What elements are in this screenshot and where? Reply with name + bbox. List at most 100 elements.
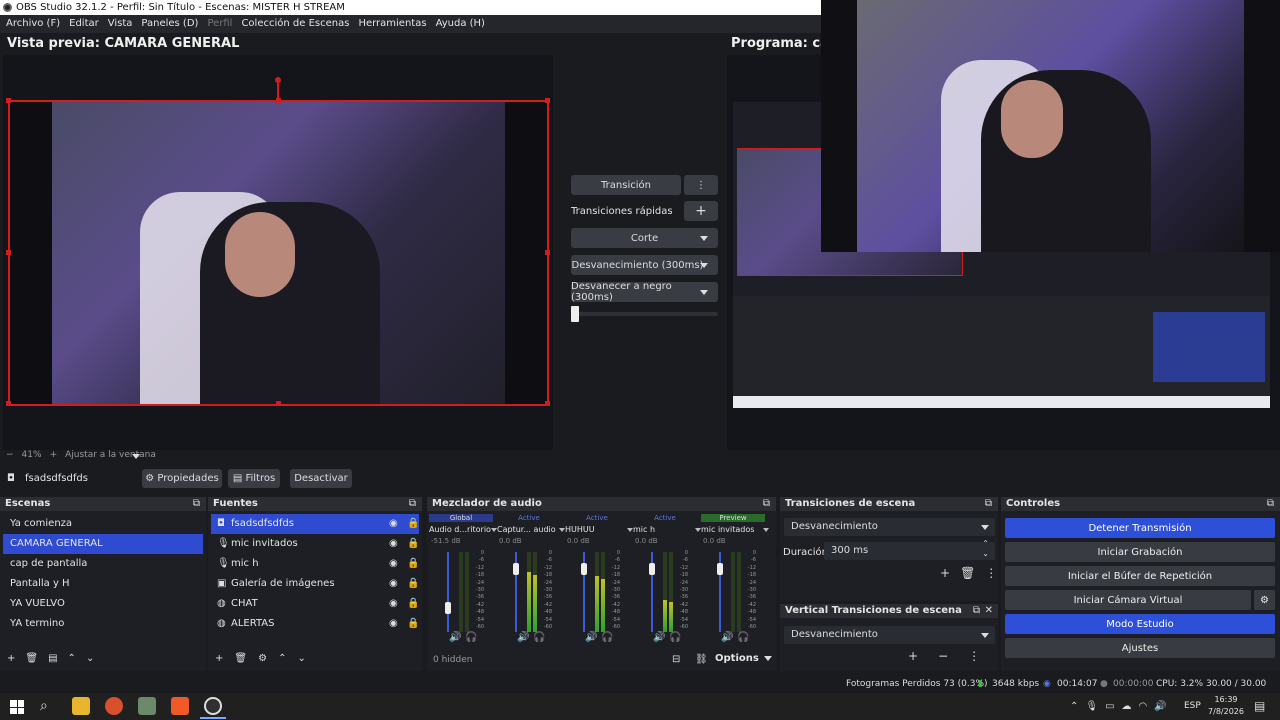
menu-ayuda[interactable]: Ayuda (H)	[436, 15, 485, 33]
close-icon[interactable]: ✕	[985, 606, 993, 616]
menu-herramientas[interactable]: Herramientas	[358, 15, 426, 33]
eye-icon[interactable]: ◉	[389, 599, 398, 609]
speaker-icon[interactable]: 🔊	[449, 633, 461, 643]
resize-handle-r[interactable]	[545, 250, 550, 255]
network-icon[interactable]: ▭	[1105, 702, 1114, 712]
add-icon[interactable]: +	[940, 567, 950, 579]
notification-icon[interactable]: ▤	[1254, 700, 1265, 712]
source-item[interactable]: 🎙 mic invitados ◉ 🔒	[211, 534, 419, 554]
eye-icon[interactable]: ◉	[389, 579, 398, 589]
speaker-icon[interactable]: 🔊	[653, 633, 665, 643]
app-icon[interactable]	[138, 697, 156, 715]
language-indicator[interactable]: ESP	[1184, 701, 1201, 711]
mic-icon[interactable]: 🎙	[1085, 702, 1098, 712]
zoom-in-icon[interactable]: +	[50, 450, 58, 460]
lock-icon[interactable]: 🔒	[407, 619, 419, 629]
resize-handle-t[interactable]	[276, 98, 281, 103]
popout-icon[interactable]: ⧉	[193, 499, 200, 509]
up-icon[interactable]: ⌃	[278, 654, 286, 664]
lock-icon[interactable]: 🔒	[407, 579, 419, 589]
add-icon[interactable]: +	[7, 654, 15, 664]
resize-handle-l[interactable]	[6, 250, 11, 255]
source-item[interactable]: 🎙 mic h ◉ 🔒	[211, 554, 419, 574]
resize-handle-bl[interactable]	[6, 401, 11, 406]
popout-icon[interactable]: ⧉	[985, 499, 992, 509]
popout-icon[interactable]: ⧉	[763, 499, 770, 509]
headphones-icon[interactable]: 🎧	[533, 633, 545, 643]
filters-button[interactable]: ▤ Filtros	[228, 469, 280, 488]
menu-editar[interactable]: Editar	[69, 15, 99, 33]
menu-vista[interactable]: Vista	[108, 15, 133, 33]
browser-icon[interactable]	[105, 697, 123, 715]
resize-handle-tl[interactable]	[6, 98, 11, 103]
virtual-camera-button[interactable]: Iniciar Cámara Virtual	[1005, 590, 1251, 610]
lock-icon[interactable]: 🔒	[407, 519, 419, 529]
link-icon[interactable]: ⛓	[695, 655, 708, 665]
quick-transition-fade[interactable]: Desvanecimiento (300ms)	[571, 255, 718, 275]
gear-icon[interactable]: ⚙	[1254, 590, 1275, 610]
chevron-down-icon[interactable]	[763, 528, 769, 532]
scene-item[interactable]: YA VUELVO	[3, 594, 203, 614]
tbar-handle[interactable]	[571, 306, 579, 322]
minus-icon[interactable]: −	[938, 650, 948, 662]
filter-icon[interactable]: ▤	[48, 654, 57, 664]
scene-item[interactable]: CAMARA GENERAL	[3, 534, 203, 554]
trash-icon[interactable]: 🗑	[234, 654, 247, 664]
headphones-icon[interactable]: 🎧	[669, 633, 681, 643]
file-explorer-icon[interactable]	[72, 697, 90, 715]
fit-window-label[interactable]: Ajustar a la ventana	[65, 450, 156, 460]
volume-fader-knob[interactable]	[513, 562, 519, 575]
headphones-icon[interactable]: 🎧	[601, 633, 613, 643]
popout-icon[interactable]: ⧉	[1267, 499, 1274, 509]
add-icon[interactable]: +	[908, 650, 918, 662]
brave-icon[interactable]	[171, 697, 189, 715]
windows-start-icon[interactable]	[10, 700, 24, 714]
up-icon[interactable]: ⌃	[68, 654, 76, 664]
chevron-up-icon[interactable]: ⌃	[1070, 702, 1078, 712]
wifi-icon[interactable]: ◠	[1139, 702, 1148, 712]
scene-item[interactable]: Ya comienza	[3, 514, 203, 534]
headphones-icon[interactable]: 🎧	[465, 633, 477, 643]
transition-menu-icon[interactable]: ⋮	[684, 175, 718, 195]
tbar-slider[interactable]	[571, 312, 718, 316]
gear-icon[interactable]: ⚙	[258, 654, 267, 664]
layout-icon[interactable]: ⊟	[672, 655, 680, 665]
zoom-out-icon[interactable]: −	[6, 450, 14, 460]
volume-icon[interactable]: 🔊	[1154, 702, 1166, 712]
obs-icon[interactable]	[204, 697, 222, 715]
eye-icon[interactable]: ◉	[389, 539, 398, 549]
clock[interactable]: 16:39 7/8/2026	[1206, 694, 1246, 718]
lock-icon[interactable]: 🔒	[407, 539, 419, 549]
scene-item[interactable]: Pantalla y H	[3, 574, 203, 594]
popout-icon[interactable]: ⧉	[409, 499, 416, 509]
speaker-icon[interactable]: 🔊	[585, 633, 597, 643]
properties-button[interactable]: ⚙ Propiedades	[142, 469, 222, 488]
stop-streaming-button[interactable]: Detener Transmisión	[1005, 518, 1275, 538]
spin-up-icon[interactable]: ⌃	[982, 540, 989, 548]
deactivate-button[interactable]: Desactivar	[290, 469, 352, 488]
popout-icon[interactable]: ⧉	[973, 606, 980, 616]
volume-fader-knob[interactable]	[581, 562, 587, 575]
search-icon[interactable]: ⌕	[40, 699, 48, 713]
menu-paneles[interactable]: Paneles (D)	[141, 15, 198, 33]
source-item[interactable]: ◍ ALERTAS ◉ 🔒	[211, 614, 419, 634]
add-quick-transition-icon[interactable]: +	[684, 201, 718, 221]
resize-handle-tr[interactable]	[545, 98, 550, 103]
quick-transition-corte[interactable]: Corte	[571, 228, 718, 248]
vertical-transition-select[interactable]: Desvanecimiento	[784, 626, 995, 644]
options-button[interactable]: Options	[715, 653, 772, 664]
source-item[interactable]: ◍ CHAT ◉ 🔒	[211, 594, 419, 614]
menu-archivo[interactable]: Archivo (F)	[6, 15, 60, 33]
resize-handle-br[interactable]	[545, 401, 550, 406]
cloud-icon[interactable]: ☁	[1122, 702, 1132, 712]
studio-mode-button[interactable]: Modo Estudio	[1005, 614, 1275, 634]
speaker-icon[interactable]: 🔊	[517, 633, 529, 643]
start-recording-button[interactable]: Iniciar Grabación	[1005, 542, 1275, 562]
menu-coleccion[interactable]: Colección de Escenas	[241, 15, 349, 33]
menu-perfil[interactable]: Perfil	[207, 15, 232, 33]
eye-icon[interactable]: ◉	[389, 559, 398, 569]
resize-handle-b[interactable]	[276, 401, 281, 406]
eye-icon[interactable]: ◉	[389, 619, 398, 629]
more-icon[interactable]: ⋮	[985, 567, 997, 579]
rotation-handle[interactable]	[275, 77, 281, 83]
